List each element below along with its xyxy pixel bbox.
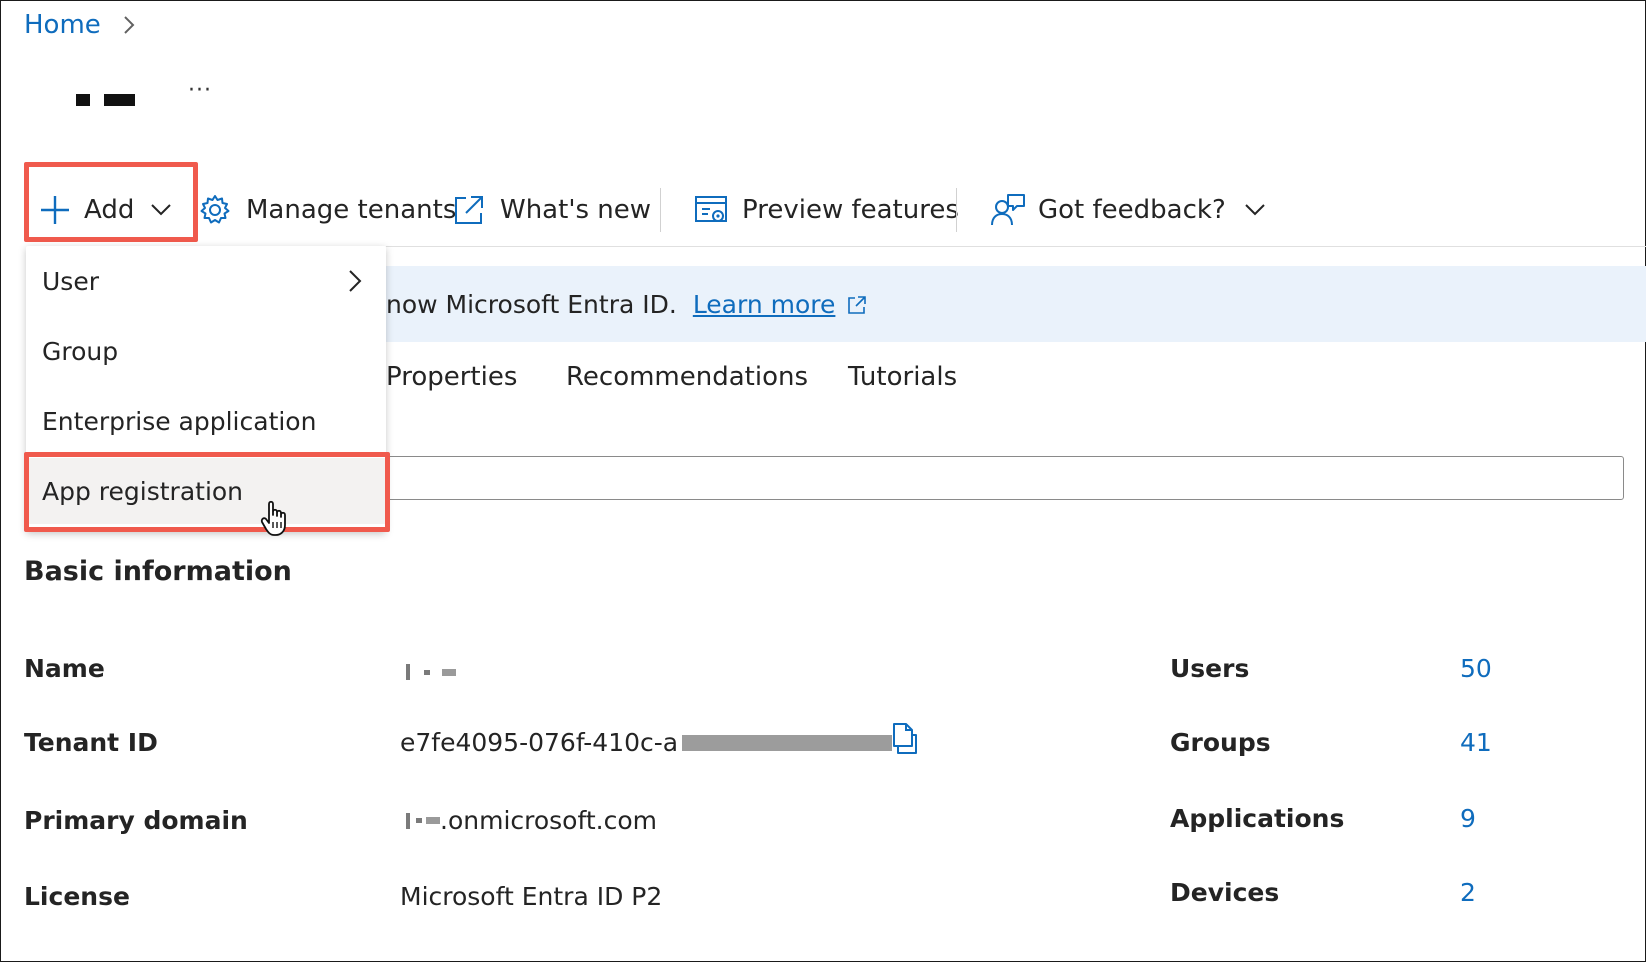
redacted-block xyxy=(406,664,410,680)
chevron-right-icon xyxy=(349,270,362,292)
redacted-block xyxy=(682,734,893,751)
stat-value-devices[interactable]: 2 xyxy=(1460,878,1476,907)
redacted-block xyxy=(426,817,440,824)
hand-cursor-icon xyxy=(260,500,286,536)
page-title-redacted xyxy=(76,94,90,106)
app-registration-highlight xyxy=(24,452,390,532)
menu-item-enterprise-application[interactable]: Enterprise application xyxy=(26,388,386,454)
menu-item-label: Group xyxy=(42,336,119,366)
stat-label-groups: Groups xyxy=(1170,728,1271,757)
manage-tenants-button[interactable]: Manage tenants xyxy=(198,184,456,236)
more-actions-button[interactable]: ··· xyxy=(188,78,212,103)
learn-more-link[interactable]: Learn more xyxy=(693,290,836,319)
toolbar-separator xyxy=(956,188,957,232)
preview-features-label: Preview features xyxy=(742,195,959,225)
menu-item-label: Enterprise application xyxy=(42,406,317,436)
redacted-block xyxy=(441,668,456,676)
add-button-highlight xyxy=(24,162,198,242)
page-title-redacted xyxy=(104,94,135,106)
got-feedback-button[interactable]: Got feedback? xyxy=(990,184,1268,236)
stat-label-applications: Applications xyxy=(1170,804,1345,833)
chevron-right-icon xyxy=(124,16,135,34)
menu-item-user[interactable]: User xyxy=(26,248,386,314)
manage-tenants-label: Manage tenants xyxy=(246,195,457,225)
menu-item-label: User xyxy=(42,266,99,296)
gear-icon xyxy=(200,195,230,224)
tab-properties[interactable]: Properties xyxy=(386,362,517,392)
got-feedback-label: Got feedback? xyxy=(1038,195,1226,225)
chevron-down-icon xyxy=(1245,204,1265,216)
tab-recommendations[interactable]: Recommendations xyxy=(566,362,808,392)
breadcrumb: Home xyxy=(24,10,143,40)
tenant-id-text: e7fe4095-076f-410c-a xyxy=(400,728,679,757)
preview-features-button[interactable]: Preview features xyxy=(694,184,959,236)
primary-domain-text: .onmicrosoft.com xyxy=(440,806,657,835)
stat-label-users: Users xyxy=(1170,654,1250,683)
menu-item-group[interactable]: Group xyxy=(26,318,386,384)
toolbar-divider xyxy=(386,246,1646,247)
breadcrumb-home-link[interactable]: Home xyxy=(24,10,101,40)
banner-message: now Microsoft Entra ID. xyxy=(386,290,677,319)
external-link-icon xyxy=(848,295,867,314)
redacted-block xyxy=(416,818,422,823)
toolbar-separator xyxy=(660,188,661,232)
field-value-primary-domain: .onmicrosoft.com xyxy=(406,806,657,835)
info-banner-text: now Microsoft Entra ID. Learn more xyxy=(386,290,867,319)
field-label-primary-domain: Primary domain xyxy=(24,806,248,835)
search-input[interactable] xyxy=(380,456,1624,500)
stat-label-devices: Devices xyxy=(1170,878,1280,907)
whats-new-button[interactable]: What's new xyxy=(452,184,651,236)
field-label-license: License xyxy=(24,882,130,911)
redacted-block xyxy=(423,669,430,675)
tab-tutorials[interactable]: Tutorials xyxy=(848,362,957,392)
basic-information-title: Basic information xyxy=(24,556,292,587)
redacted-block xyxy=(406,812,410,829)
external-link-icon xyxy=(455,196,483,224)
field-value-name xyxy=(406,656,456,685)
field-label-name: Name xyxy=(24,654,105,683)
field-value-license: Microsoft Entra ID P2 xyxy=(400,882,663,911)
feedback-icon xyxy=(991,194,1025,226)
stat-value-users[interactable]: 50 xyxy=(1460,654,1492,683)
preview-features-icon xyxy=(695,196,727,222)
field-label-tenant-id: Tenant ID xyxy=(24,728,158,757)
whats-new-label: What's new xyxy=(500,195,652,225)
field-value-tenant-id: e7fe4095-076f-410c-a xyxy=(400,728,893,757)
stat-value-applications[interactable]: 9 xyxy=(1460,804,1476,833)
copy-icon[interactable] xyxy=(888,722,918,756)
stat-value-groups[interactable]: 41 xyxy=(1460,728,1492,757)
